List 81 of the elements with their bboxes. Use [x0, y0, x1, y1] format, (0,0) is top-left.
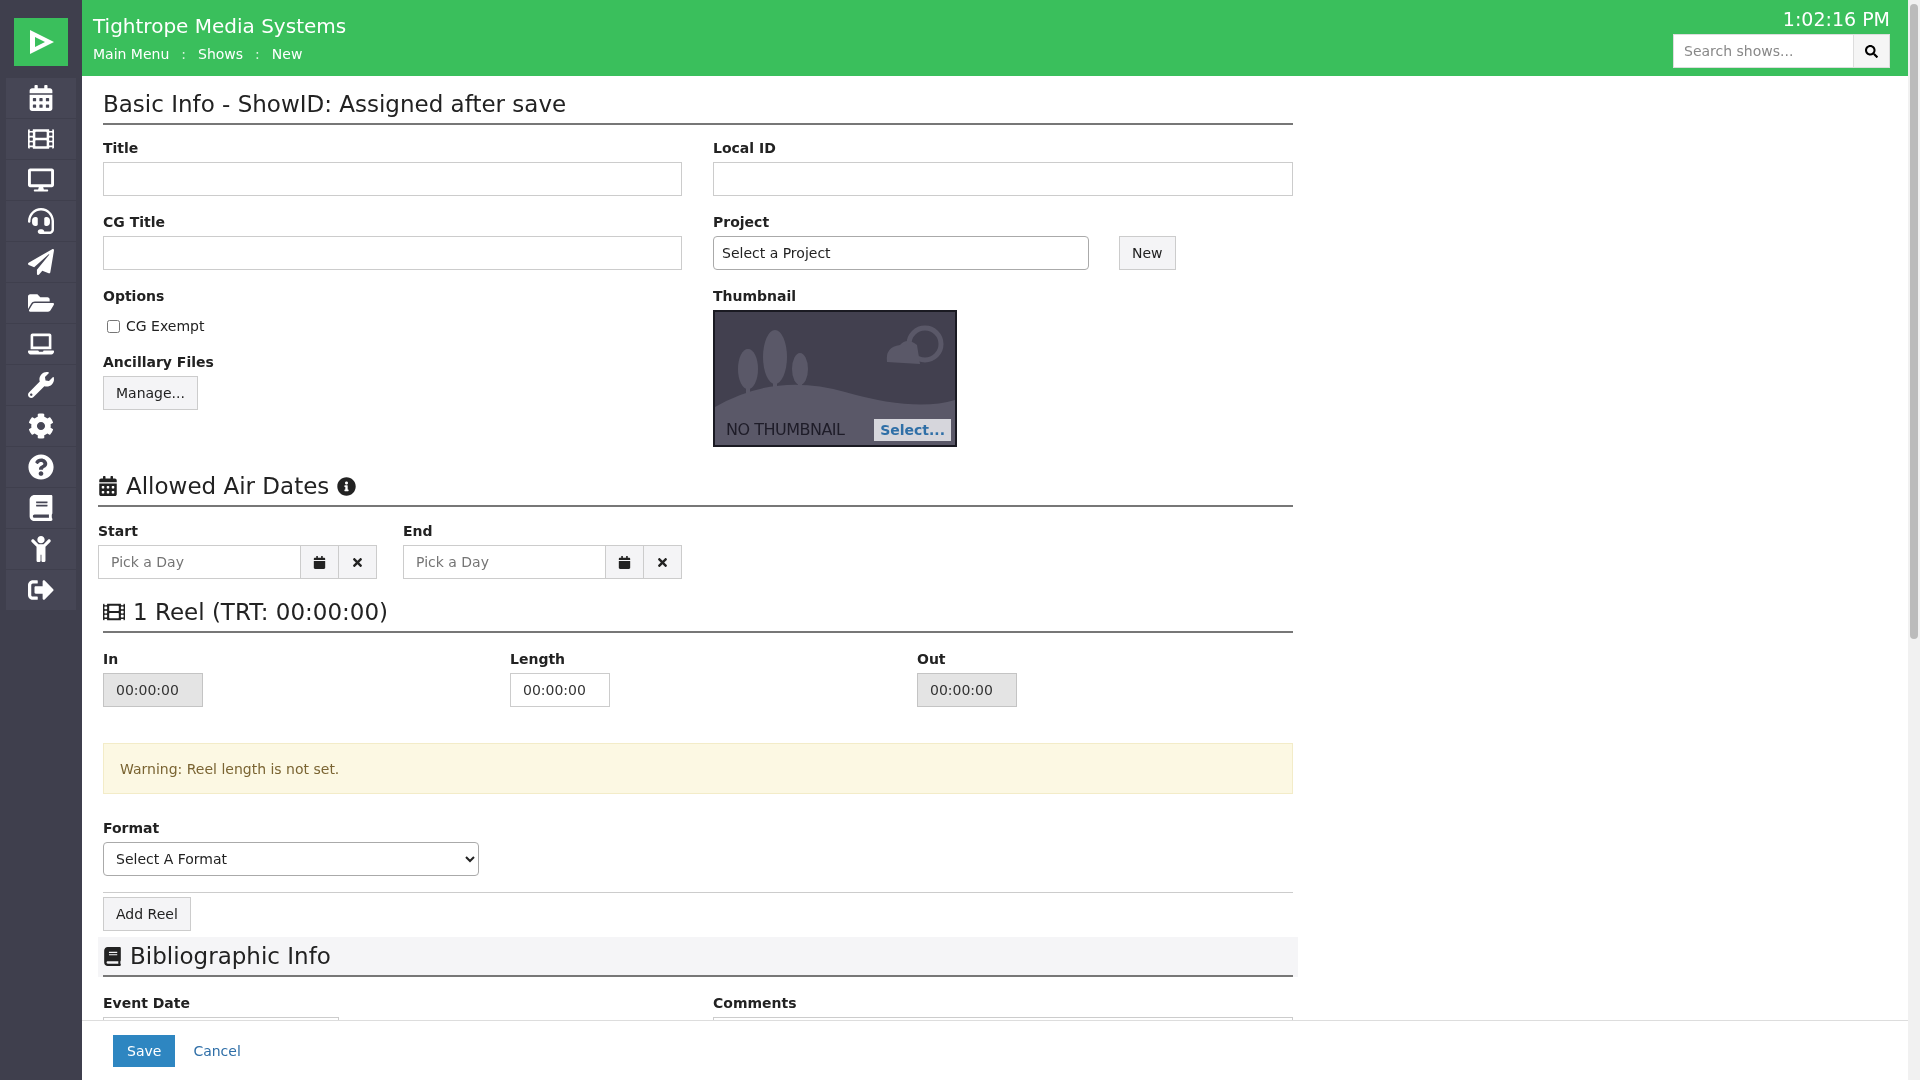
- warning-message: Warning: Reel length is not set.: [103, 743, 1293, 794]
- field-label: Local ID: [713, 140, 777, 156]
- sidebar-button[interactable]: [6, 78, 76, 118]
- manage-button[interactable]: Manage...: [103, 376, 198, 410]
- calendar-button[interactable]: [606, 545, 644, 579]
- cg-title-input-field[interactable]: [103, 236, 682, 270]
- person-icon: [28, 536, 54, 562]
- info-icon[interactable]: [337, 476, 357, 496]
- clear-button[interactable]: [339, 545, 377, 579]
- add-reel-button[interactable]: Add Reel: [103, 897, 191, 931]
- field-label: End: [403, 523, 434, 539]
- breadcrumb-separator: :: [181, 46, 187, 62]
- scrollbar-thumb[interactable]: [1910, 4, 1918, 639]
- local-id-input-field[interactable]: [713, 162, 1293, 196]
- sidebar-button[interactable]: [6, 365, 76, 405]
- save-button[interactable]: Save: [113, 1034, 176, 1067]
- select-thumbnail-button[interactable]: Select...: [874, 419, 951, 441]
- date-input-field[interactable]: Pick a Day: [98, 545, 301, 579]
- calendar-icon: [313, 555, 326, 569]
- timecode-input-field[interactable]: 00:00:00: [510, 673, 610, 707]
- sidebar-button[interactable]: [6, 570, 76, 610]
- monitor-icon: [28, 167, 54, 193]
- clear-button[interactable]: [644, 545, 682, 579]
- section-heading: 1 Reel (TRT: 00:00:00): [133, 599, 389, 625]
- field-label: Start: [98, 523, 139, 539]
- calendar-icon: [98, 476, 118, 496]
- field-label: Length: [510, 651, 567, 667]
- field-label: Ancillary Files: [103, 354, 215, 370]
- breadcrumb-separator: :: [255, 46, 260, 62]
- laptop-icon: [28, 331, 54, 357]
- project-select[interactable]: Select a Project: [713, 236, 1089, 270]
- wrench-icon: [28, 372, 54, 398]
- search-input-field[interactable]: Search shows...: [1673, 34, 1854, 68]
- field-label: Project: [713, 214, 771, 230]
- field-label: Options: [103, 288, 166, 304]
- film-icon: [103, 601, 125, 623]
- book-icon: [28, 495, 54, 521]
- calendar-icon: [28, 85, 54, 111]
- book-icon: [103, 946, 122, 966]
- search-button[interactable]: [1854, 34, 1890, 68]
- sidebar-button[interactable]: [6, 406, 76, 446]
- field-label: Title: [103, 140, 140, 156]
- sidebar-button[interactable]: [6, 160, 76, 200]
- sidebar-button[interactable]: [6, 447, 76, 487]
- calendar-button[interactable]: [301, 545, 339, 579]
- sidebar-button[interactable]: [6, 283, 76, 323]
- sidebar-button[interactable]: [6, 242, 76, 282]
- field-label: Out: [917, 651, 947, 667]
- search-icon: [1865, 44, 1878, 58]
- settings-icon: [28, 413, 54, 439]
- title-input-field[interactable]: [103, 162, 682, 196]
- field-label: Thumbnail: [713, 288, 798, 304]
- close-icon: [351, 555, 364, 569]
- field-label: Event Date: [103, 995, 191, 1011]
- date-input-field[interactable]: Pick a Day: [403, 545, 606, 579]
- field-label: Comments: [713, 995, 798, 1011]
- thumbnail-caption: NO THUMBNAIL: [726, 420, 845, 439]
- sidebar-button[interactable]: [6, 488, 76, 528]
- field-label: CG Title: [103, 214, 166, 230]
- sidebar-button[interactable]: [6, 324, 76, 364]
- help-icon: [28, 454, 54, 480]
- sidebar-button[interactable]: [6, 119, 76, 159]
- section-heading: Bibliographic Info: [130, 943, 331, 969]
- section-heading: Allowed Air Dates: [126, 473, 330, 499]
- checkbox[interactable]: [107, 319, 120, 333]
- sign-out-icon: [28, 577, 54, 603]
- section-heading: Basic Info - ShowID: Assigned after save: [103, 91, 567, 117]
- new-project-button[interactable]: New: [1119, 236, 1176, 270]
- sidebar-button[interactable]: [6, 201, 76, 241]
- field-label: In: [103, 651, 120, 667]
- format-select[interactable]: Select A Format: [103, 842, 479, 876]
- cancel-link[interactable]: Cancel: [193, 1042, 241, 1059]
- headset-user-icon: [28, 208, 54, 234]
- sidebar-button[interactable]: [6, 529, 76, 569]
- calendar-icon: [618, 555, 631, 569]
- field-label: Format: [103, 820, 161, 836]
- paper-plane-icon: [28, 249, 54, 275]
- close-icon: [656, 555, 669, 569]
- app-title: Tightrope Media Systems: [93, 14, 347, 38]
- checkbox-label: CG Exempt: [126, 318, 205, 334]
- clock: 1:02:16 PM: [1782, 8, 1890, 30]
